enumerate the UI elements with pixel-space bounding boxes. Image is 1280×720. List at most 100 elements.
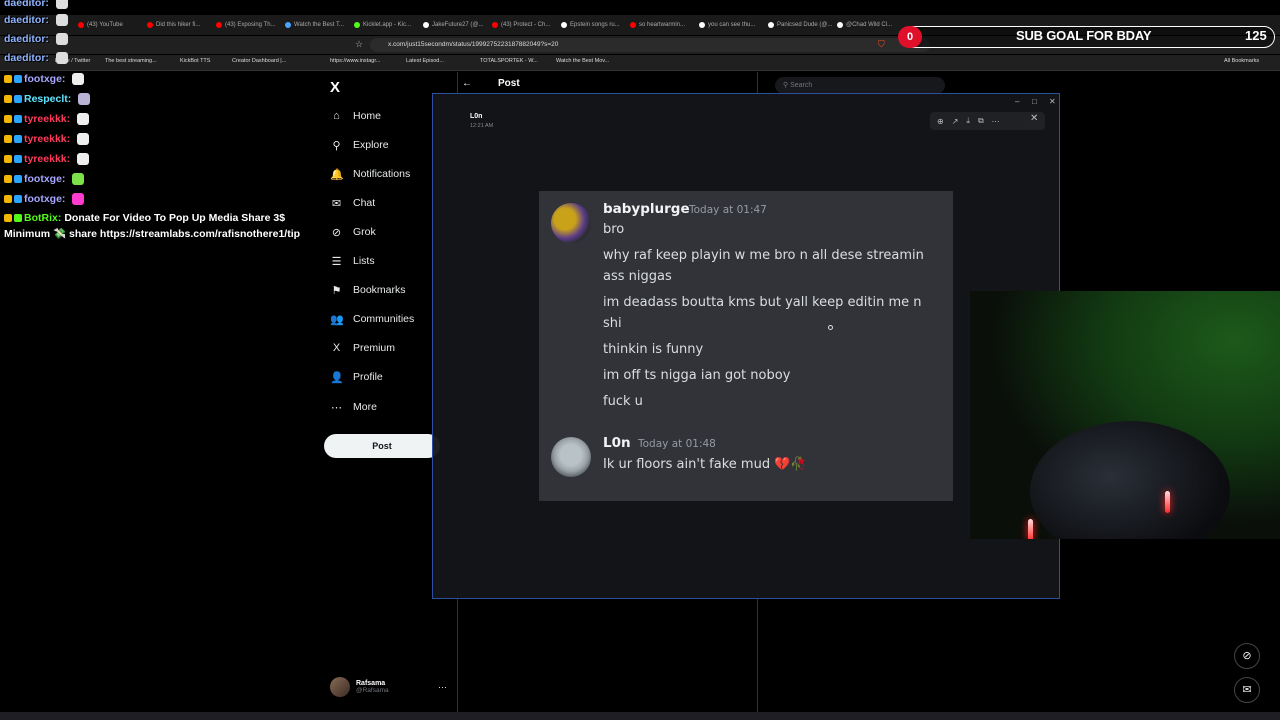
message-text: bro bbox=[603, 222, 625, 237]
sidebar-item-home[interactable]: ⌂ Home bbox=[330, 106, 381, 126]
red-light bbox=[1165, 491, 1170, 513]
viewer-author: L0n bbox=[470, 113, 483, 120]
sidebar-item-chat[interactable]: ✉ Chat bbox=[330, 193, 375, 213]
post-button[interactable]: Post bbox=[324, 434, 440, 458]
maximize-icon[interactable]: □ bbox=[1032, 97, 1037, 106]
zoom-icon[interactable]: ⊕ bbox=[937, 117, 944, 126]
browser-tab[interactable]: you can see thu... bbox=[699, 18, 755, 32]
tab-favicon-icon bbox=[492, 22, 498, 28]
messages-icon[interactable]: ✉ bbox=[1234, 677, 1260, 703]
browser-tab[interactable]: (43) YouTube bbox=[78, 18, 123, 32]
sidebar-item-communities[interactable]: 👥 Communities bbox=[330, 309, 414, 329]
page-title: Post bbox=[498, 78, 520, 89]
sidebar-item-label: Premium bbox=[353, 342, 396, 354]
minimize-icon[interactable]: – bbox=[1015, 97, 1019, 106]
tab-favicon-icon bbox=[285, 22, 291, 28]
chat-text: Minimum 💸 share https://streamlabs.com/r… bbox=[4, 228, 301, 240]
browser-tab[interactable]: (43) Exposing Th... bbox=[216, 18, 276, 32]
tab-label: JakeFuture27 (@... bbox=[432, 22, 484, 28]
streamer-silhouette bbox=[1030, 421, 1230, 539]
chat-username: footxge: bbox=[24, 73, 66, 85]
avatar[interactable] bbox=[551, 203, 591, 243]
chat-username: daeditor: bbox=[4, 33, 49, 45]
bookmark-item[interactable]: TOTALSPORTEK - W... bbox=[480, 58, 538, 64]
account-switcher[interactable]: Rafsama @Rafsama bbox=[330, 676, 389, 698]
tab-favicon-icon bbox=[216, 22, 222, 28]
chat-username: daeditor: bbox=[4, 0, 49, 9]
chat-message: daeditor: bbox=[4, 14, 68, 27]
chat-message: footxge: bbox=[4, 73, 85, 86]
sub-badge-icon bbox=[14, 115, 22, 124]
sidebar-item-lists[interactable]: ☰ Lists bbox=[330, 251, 375, 271]
browser-tab[interactable]: Kicklet.app - Kic... bbox=[354, 18, 411, 32]
sub-badge-icon bbox=[14, 135, 22, 144]
bookmark-icon: ⚑ bbox=[331, 284, 342, 297]
sidebar-item-label: Bookmarks bbox=[353, 284, 406, 296]
browser-tab[interactable]: (43) Protect - Ch... bbox=[492, 18, 550, 32]
download-icon[interactable]: ⤓ bbox=[966, 116, 970, 126]
browser-tab[interactable]: @Chad Wild Cl... bbox=[837, 18, 892, 32]
chat-username: tyreekkk: bbox=[24, 113, 71, 125]
tab-label: Kicklet.app - Kic... bbox=[363, 22, 412, 28]
chat-username: daeditor: bbox=[4, 52, 49, 64]
x-logo[interactable]: X bbox=[330, 79, 340, 96]
bookmark-star-icon[interactable]: ☆ bbox=[355, 39, 363, 50]
tab-label: you can see thu... bbox=[708, 22, 756, 28]
browser-tab[interactable]: Did this hiker fi... bbox=[147, 18, 200, 32]
browser-tab[interactable]: Epstein songs ru... bbox=[561, 18, 620, 32]
sub-badge-icon bbox=[14, 95, 22, 104]
bookmark-item[interactable]: Creator Dashboard |... bbox=[232, 58, 286, 64]
open-external-icon[interactable]: ⧉ bbox=[978, 116, 984, 126]
sidebar-item-label: Home bbox=[353, 110, 382, 122]
search-input[interactable]: ⚲ Search bbox=[775, 77, 945, 94]
message-text: fuck u bbox=[603, 394, 643, 409]
bookmark-item[interactable]: All Bookmarks bbox=[1224, 58, 1259, 64]
sidebar-item-bookmarks[interactable]: ⚑ Bookmarks bbox=[330, 280, 406, 300]
bookmark-item[interactable]: KickBot TTS bbox=[180, 58, 210, 64]
share-icon[interactable]: ↗ bbox=[952, 117, 959, 126]
message-timestamp: Today at 01:47 bbox=[689, 204, 767, 216]
browser-tab[interactable]: JakeFuture27 (@... bbox=[423, 18, 483, 32]
address-field[interactable]: x.com/just15secondm/status/1999275223187… bbox=[370, 38, 930, 52]
message-author[interactable]: L0n bbox=[603, 435, 631, 451]
chat-username: Respeclt: bbox=[24, 93, 72, 105]
sidebar-item-explore[interactable]: ⚲ Explore bbox=[330, 135, 388, 155]
tab-label: Panicsed Dude (@... bbox=[777, 22, 833, 28]
bookmark-item[interactable]: Watch the Best Mov... bbox=[556, 58, 609, 64]
bookmark-item[interactable]: https://www.instagr... bbox=[330, 58, 380, 64]
message-author[interactable]: babyplurge bbox=[603, 201, 690, 217]
bookmark-item[interactable]: The best streaming... bbox=[105, 58, 157, 64]
sidebar-item-label: Notifications bbox=[353, 168, 411, 180]
close-window-icon[interactable]: ✕ bbox=[1049, 97, 1056, 106]
tab-label: Watch the Best T... bbox=[294, 22, 345, 28]
post-header: ← Post bbox=[462, 78, 520, 89]
close-icon[interactable]: ✕ bbox=[1030, 113, 1038, 124]
chat-emote-icon bbox=[55, 0, 68, 10]
bookmark-item[interactable]: Latest Episod... bbox=[406, 58, 444, 64]
sub-badge-icon bbox=[14, 155, 22, 164]
browser-tab[interactable]: Panicsed Dude (@... bbox=[768, 18, 832, 32]
sidebar-item-more[interactable]: ⋯ More bbox=[330, 397, 377, 417]
sub-badge-icon bbox=[14, 75, 22, 84]
chat-message: Minimum 💸 share https://streamlabs.com/r… bbox=[4, 227, 300, 240]
message-timestamp: Today at 01:48 bbox=[638, 438, 716, 450]
tab-favicon-icon bbox=[78, 22, 84, 28]
avatar[interactable] bbox=[551, 437, 591, 477]
sidebar-item-grok[interactable]: ⊘ Grok bbox=[330, 222, 376, 242]
chat-message: tyreekkk: bbox=[4, 153, 90, 166]
crown-badge-icon bbox=[4, 115, 12, 124]
browser-tab[interactable]: so heartwarmin... bbox=[630, 18, 685, 32]
back-arrow-icon[interactable]: ← bbox=[462, 78, 472, 89]
browser-tab[interactable]: Watch the Best T... bbox=[285, 18, 344, 32]
brave-shield-icon[interactable]: ⛉ bbox=[878, 39, 885, 50]
sidebar-item-profile[interactable]: 👤 Profile bbox=[330, 367, 383, 387]
more-icon[interactable]: ⋯ bbox=[992, 117, 1000, 126]
sidebar-item-premium[interactable]: X Premium bbox=[330, 338, 395, 358]
grok-icon[interactable]: ⊘ bbox=[1234, 643, 1260, 669]
chat-emote-icon bbox=[55, 33, 68, 46]
chat-message: footxge: bbox=[4, 193, 85, 206]
crown-badge-icon bbox=[4, 95, 12, 104]
communities-icon: 👥 bbox=[330, 313, 344, 326]
more-options-icon[interactable]: ⋯ bbox=[438, 682, 447, 693]
sidebar-item-notifications[interactable]: 🔔 Notifications bbox=[330, 164, 410, 184]
